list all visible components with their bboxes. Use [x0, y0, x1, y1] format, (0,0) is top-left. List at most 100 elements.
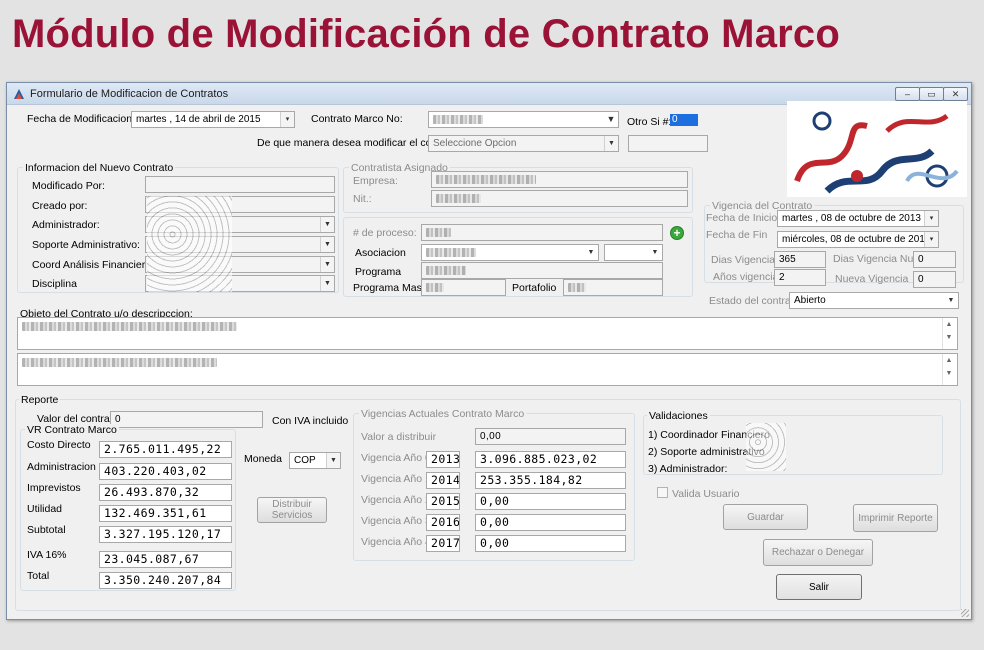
- creado-por-label: Creado por:: [32, 200, 88, 212]
- valida-usuario-label: Valida Usuario: [672, 488, 740, 500]
- chevron-down-icon: ▼: [584, 245, 598, 260]
- vigencia-row-value[interactable]: 3.096.885.023,02: [475, 451, 626, 468]
- vigencia-row-year[interactable]: 2016: [426, 514, 460, 531]
- proceso-field[interactable]: [421, 224, 663, 241]
- calendar-icon[interactable]: ▾: [924, 232, 938, 247]
- moneda-value: COP: [294, 455, 316, 466]
- dias-nueva-field[interactable]: 0: [913, 251, 956, 268]
- minimize-button[interactable]: –: [895, 87, 920, 101]
- moneda-select[interactable]: COP ▼: [289, 452, 341, 469]
- estado-select[interactable]: Abierto ▼: [789, 292, 959, 309]
- vigencia-row-value[interactable]: 0,00: [475, 535, 626, 552]
- descripcion-textarea[interactable]: ▲ ▼: [17, 353, 958, 386]
- modificar-extra-field[interactable]: [628, 135, 708, 152]
- portafolio-field[interactable]: [563, 279, 663, 296]
- otro-si-value[interactable]: 0: [670, 114, 698, 126]
- portafolio-label: Portafolio: [512, 282, 557, 294]
- fecha-modificacion-value: martes , 14 de abril de 2015: [136, 114, 261, 125]
- vr-row-value[interactable]: 23.045.087,67: [99, 551, 232, 568]
- vigencia-row-value[interactable]: 253.355.184,82: [475, 472, 626, 489]
- vigencia-row-value[interactable]: 0,00: [475, 493, 626, 510]
- add-icon[interactable]: +: [670, 226, 684, 240]
- nit-label: Nit.:: [353, 193, 372, 205]
- asociacion-sub-select[interactable]: ▼: [604, 244, 663, 261]
- vigencia-row-value[interactable]: 0,00: [475, 514, 626, 531]
- calendar-icon[interactable]: ▾: [280, 112, 294, 127]
- fecha-inicio-label: Fecha de Inicio: [706, 212, 778, 224]
- nueva-vigencia-field[interactable]: 0: [913, 271, 956, 288]
- vr-row-value[interactable]: 3.350.240.207,84: [99, 572, 232, 589]
- rechazar-button[interactable]: Rechazar o Denegar: [763, 539, 873, 566]
- contrato-marco-select[interactable]: ▼: [428, 111, 619, 128]
- chevron-down-icon: ▼: [320, 257, 334, 272]
- vr-row-value[interactable]: 132.469.351,61: [99, 505, 232, 522]
- contrato-marco-value-redacted: [433, 115, 483, 124]
- vigencias-actuales-title: Vigencias Actuales Contrato Marco: [359, 408, 527, 420]
- administrador-label: Administrador:: [32, 219, 100, 231]
- fecha-modificacion-picker[interactable]: martes , 14 de abril de 2015 ▾: [131, 111, 295, 128]
- portafolio-value-redacted: [568, 283, 586, 292]
- objeto-scrollbar[interactable]: ▲ ▼: [942, 318, 955, 349]
- fecha-fin-value: miércoles, 08 de octubre de 2014: [782, 234, 931, 245]
- asociacion-select[interactable]: ▼: [421, 244, 599, 261]
- vigencia-row-year[interactable]: 2015: [426, 493, 460, 510]
- modificado-por-label: Modificado Por:: [32, 180, 105, 192]
- salir-button[interactable]: Salir: [776, 574, 862, 600]
- descripcion-value-redacted: [22, 358, 217, 367]
- fecha-fin-picker[interactable]: miércoles, 08 de octubre de 2014 ▾: [777, 231, 939, 248]
- close-button[interactable]: ✕: [943, 87, 968, 101]
- modificar-value: Seleccione Opcion: [433, 138, 517, 149]
- reporte-title: Reporte: [19, 394, 61, 406]
- vr-row-label: Utilidad: [27, 503, 63, 515]
- empresa-value-redacted: [436, 175, 536, 184]
- valor-distribuir-field[interactable]: 0,00: [475, 428, 626, 445]
- programa-master-field[interactable]: [421, 279, 506, 296]
- asociacion-label: Asociacion: [355, 247, 406, 259]
- dias-vigencia-field[interactable]: 365: [774, 251, 826, 268]
- resize-grip-icon[interactable]: [961, 609, 969, 617]
- distribuir-servicios-button[interactable]: Distribuir Servicios: [257, 497, 327, 523]
- chevron-down-icon: ▼: [326, 453, 340, 468]
- vigencia-row-label: Vigencia Año 4: [361, 536, 431, 548]
- vigencia-row-year[interactable]: 2017: [426, 535, 460, 552]
- vr-row-value[interactable]: 2.765.011.495,22: [99, 441, 232, 458]
- vr-row-value[interactable]: 26.493.870,32: [99, 484, 232, 501]
- slide-title: Módulo de Modificación de Contrato Marco: [12, 12, 840, 56]
- programa-field[interactable]: [421, 262, 663, 279]
- objeto-value-redacted: [22, 322, 237, 331]
- fecha-inicio-picker[interactable]: martes , 08 de octubre de 2013 ▾: [777, 210, 939, 227]
- signature-image: [746, 423, 786, 471]
- guardar-button[interactable]: Guardar: [723, 504, 808, 530]
- vigencia-row-year[interactable]: 2014: [426, 472, 460, 489]
- valor-contrato-field[interactable]: 0: [110, 411, 263, 428]
- objeto-textarea[interactable]: ▲ ▼: [17, 317, 958, 350]
- moneda-label: Moneda: [244, 453, 282, 465]
- imprimir-reporte-button[interactable]: Imprimir Reporte: [853, 504, 938, 532]
- nit-field[interactable]: [431, 190, 688, 207]
- programa-label: Programa: [355, 266, 402, 278]
- descripcion-scrollbar[interactable]: ▲ ▼: [942, 354, 955, 385]
- chevron-down-icon: ▼: [320, 237, 334, 252]
- chevron-down-icon: ▼: [320, 217, 334, 232]
- vr-row-label: Imprevistos: [27, 482, 81, 494]
- maximize-button[interactable]: ▭: [919, 87, 944, 101]
- chevron-down-icon: ▼: [648, 245, 662, 260]
- valida-usuario-checkbox[interactable]: [657, 487, 668, 498]
- valor-distribuir-label: Valor a distribuir: [361, 431, 437, 443]
- estado-value: Abierto: [794, 295, 826, 306]
- anos-vigencia-field[interactable]: 2: [774, 269, 826, 286]
- window-title: Formulario de Modificacion de Contratos: [30, 88, 229, 100]
- disciplina-label: Disciplina: [32, 278, 77, 290]
- calendar-icon[interactable]: ▾: [924, 211, 938, 226]
- vr-row-value[interactable]: 403.220.403,02: [99, 463, 232, 480]
- empresa-field[interactable]: [431, 171, 688, 188]
- modificar-select[interactable]: Seleccione Opcion ▼: [428, 135, 619, 152]
- fecha-fin-label: Fecha de Fin: [706, 229, 768, 241]
- proceso-value-redacted: [426, 228, 451, 237]
- vr-row-value[interactable]: 3.327.195.120,17: [99, 526, 232, 543]
- nuevo-contrato-title: Informacion del Nuevo Contrato: [23, 162, 176, 174]
- modificado-por-field[interactable]: [145, 176, 335, 193]
- chevron-down-icon: ▼: [604, 112, 618, 127]
- validaciones-title: Validaciones: [647, 410, 710, 422]
- vigencia-row-year[interactable]: 2013: [426, 451, 460, 468]
